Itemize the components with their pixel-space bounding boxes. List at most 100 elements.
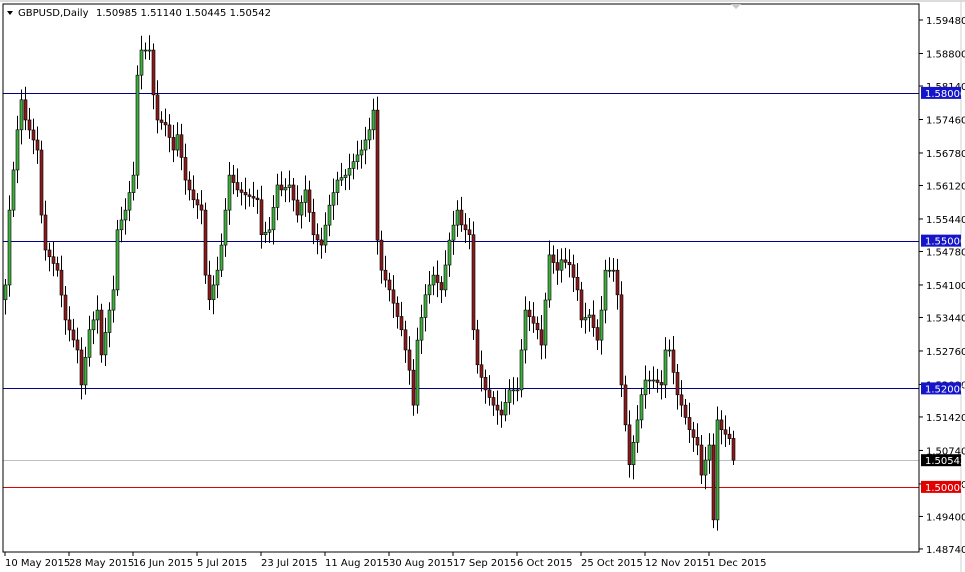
candle-body xyxy=(383,269,388,281)
candle-body xyxy=(295,199,300,216)
candle-body xyxy=(143,49,148,52)
candle-body xyxy=(367,129,372,141)
candle xyxy=(711,433,716,529)
candle-body xyxy=(663,349,668,386)
candle-body xyxy=(371,109,376,131)
candle-body xyxy=(587,314,592,318)
candle-body xyxy=(3,284,8,301)
x-tick-label: 28 May 2015 xyxy=(69,558,134,569)
candle-body xyxy=(487,389,492,398)
candle-body xyxy=(191,189,196,201)
candle-body xyxy=(419,317,424,341)
candle-body xyxy=(171,137,176,151)
candle-body xyxy=(291,184,296,201)
x-tick-label: 16 Jun 2015 xyxy=(133,558,193,569)
candle-body xyxy=(411,369,416,406)
candle-body xyxy=(543,299,548,346)
candle-body xyxy=(243,192,248,196)
candle-body xyxy=(175,134,180,151)
level-tag-label: 1.50000 xyxy=(925,483,965,494)
candle-body xyxy=(315,234,320,241)
x-tick-label: 23 Jul 2015 xyxy=(261,558,318,569)
candle-body xyxy=(359,149,364,156)
candle-body xyxy=(127,192,132,211)
candle-body xyxy=(211,284,216,301)
candle-body xyxy=(111,289,116,311)
candle-body xyxy=(7,209,12,286)
candle-body xyxy=(39,149,44,216)
candle-body xyxy=(535,322,540,331)
candle-body xyxy=(415,339,420,406)
candle-body xyxy=(199,204,204,211)
candle-body xyxy=(99,309,104,356)
candle-body xyxy=(471,234,476,331)
candle-body xyxy=(671,349,676,373)
candle-body xyxy=(35,139,40,151)
candle-body xyxy=(719,419,724,431)
candle-body xyxy=(335,179,340,193)
candle-body xyxy=(711,444,716,521)
candle-body xyxy=(499,409,504,416)
candle-body xyxy=(571,264,576,278)
candle-body xyxy=(119,219,124,231)
candle-body xyxy=(327,204,332,226)
candle xyxy=(471,221,476,340)
y-tick-label: 1.54780 xyxy=(926,247,965,258)
candle-body xyxy=(483,377,488,391)
candle-body xyxy=(363,139,368,151)
price-chart[interactable]: 1.594801.588001.581401.574601.567801.561… xyxy=(0,0,965,572)
y-tick-label: 1.51420 xyxy=(926,413,965,424)
candle-body xyxy=(623,384,628,426)
candle-body xyxy=(259,199,264,236)
x-tick-label: 12 Nov 2015 xyxy=(645,558,709,569)
candle-body xyxy=(539,329,544,346)
candle-body xyxy=(395,302,400,317)
candle-body xyxy=(651,379,656,382)
candle-body xyxy=(151,49,156,96)
x-tick-label: 10 May 2015 xyxy=(5,558,70,569)
candle xyxy=(375,96,380,255)
candle-body xyxy=(355,154,360,162)
candle-body xyxy=(23,99,28,121)
candle-body xyxy=(219,244,224,271)
candle-body xyxy=(551,254,556,263)
candle-body xyxy=(443,264,448,291)
candle-body xyxy=(251,196,256,199)
candle-body xyxy=(27,119,32,131)
candle-body xyxy=(463,224,468,231)
candle-body xyxy=(331,192,336,206)
y-tick-label: 1.49400 xyxy=(926,512,965,523)
symbol-timeframe: GBPUSD,Daily xyxy=(18,8,89,19)
candle xyxy=(39,140,44,224)
candle-body xyxy=(179,134,184,158)
candle-body xyxy=(91,319,96,331)
candle-body xyxy=(307,189,312,213)
candle-body xyxy=(255,197,260,201)
candle-body xyxy=(287,184,292,188)
candle-body xyxy=(479,364,484,378)
candle-body xyxy=(683,404,688,418)
candle-body xyxy=(55,263,60,271)
candle-body xyxy=(563,259,568,263)
candle-body xyxy=(691,429,696,438)
candle-body xyxy=(475,329,480,366)
candle-body xyxy=(507,389,512,403)
candle-body xyxy=(95,309,100,321)
candle-body xyxy=(603,269,608,311)
candle-body xyxy=(575,277,580,291)
x-tick-label: 25 Oct 2015 xyxy=(581,558,643,569)
y-tick-label: 1.52760 xyxy=(926,347,965,358)
candle-body xyxy=(163,122,168,126)
y-tick-label: 1.59480 xyxy=(926,16,965,27)
candle-body xyxy=(83,357,88,386)
candle-body xyxy=(79,349,84,386)
candle-body xyxy=(75,339,80,351)
candle-body xyxy=(123,209,128,221)
candle-body xyxy=(439,282,444,291)
candle-body xyxy=(675,372,680,396)
candle-body xyxy=(615,269,620,296)
candle-body xyxy=(459,209,464,226)
candle-body xyxy=(187,179,192,191)
candle-body xyxy=(47,249,52,258)
candle-body xyxy=(647,379,652,382)
